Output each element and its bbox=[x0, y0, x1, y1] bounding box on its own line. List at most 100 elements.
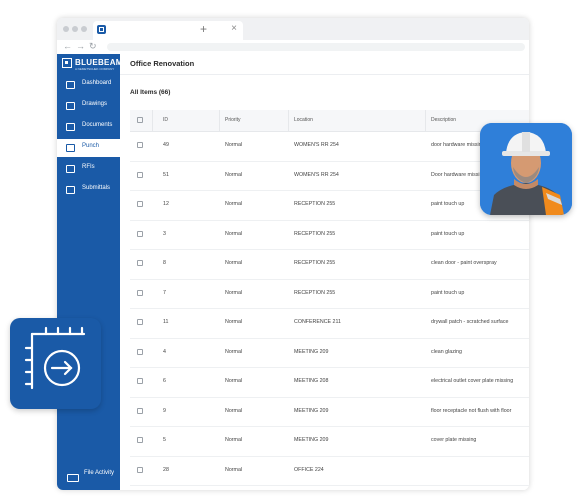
cell-description: electrical outlet cover plate missing bbox=[431, 378, 514, 384]
browser-window: × + ← → ↻ BLUEBEAM A NEMETSCHEK COMPANY … bbox=[57, 18, 529, 490]
cell-description: Door hardware missing bbox=[431, 171, 486, 178]
cell-description: drywall patch - scratched surface bbox=[431, 319, 509, 325]
row-checkbox[interactable] bbox=[137, 230, 143, 237]
cell-location: MEETING 209 bbox=[294, 437, 329, 443]
browser-tab-bar: × + bbox=[57, 18, 529, 40]
tab-close-icon[interactable]: × bbox=[231, 23, 237, 34]
table-row[interactable]: 8 Normal RECEPTION 255 clean door - paint o… bbox=[130, 250, 529, 280]
drawings-icon bbox=[66, 102, 75, 110]
sidebar-item-drawings[interactable]: Drawings bbox=[57, 97, 120, 115]
sidebar-item-documents[interactable]: Documents bbox=[57, 118, 120, 136]
table-row[interactable]: 4 Normal MEETING 209 clean glazing bbox=[130, 339, 529, 368]
sidebar-item-label: Dashboard bbox=[82, 80, 112, 86]
rfis-icon bbox=[66, 165, 75, 173]
row-checkbox[interactable] bbox=[137, 407, 143, 414]
cell-description: door hardware missing bbox=[431, 142, 485, 148]
row-checkbox[interactable] bbox=[137, 319, 143, 325]
select-all-checkbox[interactable] bbox=[137, 117, 143, 123]
table-row[interactable]: 12 Normal RECEPTION 255 paint touch up bbox=[130, 191, 529, 221]
reload-icon[interactable]: ↻ bbox=[89, 41, 97, 52]
cell-location: RECEPTION 255 bbox=[294, 230, 336, 237]
table-row[interactable]: 28 Normal OFFICE 224 bbox=[130, 457, 529, 486]
punch-icon bbox=[66, 144, 75, 152]
table-row[interactable]: 3 Normal RECEPTION 255 paint touch up bbox=[130, 221, 529, 250]
cell-id: 51 bbox=[163, 171, 169, 178]
row-checkbox[interactable] bbox=[137, 171, 143, 178]
address-bar: ← → ↻ bbox=[57, 40, 529, 55]
table-row[interactable]: 5 Normal MEETING 209 cover plate missing bbox=[130, 427, 529, 457]
bluebeam-favicon-icon bbox=[97, 25, 106, 34]
new-tab-icon[interactable]: + bbox=[200, 22, 207, 36]
project-title: Office Renovation bbox=[130, 59, 195, 68]
main-panel: Office Renovation All Items (66) ID Prio… bbox=[120, 54, 529, 490]
row-checkbox[interactable] bbox=[137, 348, 143, 355]
cell-id: 5 bbox=[163, 437, 166, 443]
column-header-priority[interactable]: Priority bbox=[225, 117, 241, 123]
cell-priority: Normal bbox=[225, 319, 243, 325]
sidebar-item-file-activity[interactable]: File Activity bbox=[57, 466, 120, 488]
cell-location: MEETING 209 bbox=[294, 348, 329, 355]
cell-id: 4 bbox=[163, 348, 166, 355]
cell-location: MEETING 208 bbox=[294, 378, 329, 384]
window-maximize-dot[interactable] bbox=[81, 26, 87, 32]
row-checkbox[interactable] bbox=[137, 201, 143, 207]
browser-tab[interactable]: × bbox=[93, 21, 243, 40]
cell-priority: Normal bbox=[225, 466, 243, 473]
file-activity-label: File Activity bbox=[84, 470, 115, 476]
column-divider bbox=[288, 110, 289, 131]
column-header-id[interactable]: ID bbox=[163, 117, 168, 123]
cell-location: WOMEN'S RR 254 bbox=[294, 142, 339, 148]
cell-priority: Normal bbox=[225, 289, 243, 296]
table-row[interactable]: 6 Normal MEETING 208 electrical outlet cove… bbox=[130, 368, 529, 398]
cell-priority: Normal bbox=[225, 230, 243, 237]
column-header-location[interactable]: Location bbox=[294, 117, 313, 123]
row-checkbox[interactable] bbox=[137, 142, 143, 148]
cell-description: clean door - paint overspray bbox=[431, 260, 497, 266]
column-divider bbox=[152, 110, 153, 131]
cell-id: 28 bbox=[163, 466, 169, 473]
cell-priority: Normal bbox=[225, 407, 243, 414]
row-checkbox[interactable] bbox=[137, 466, 143, 473]
bluebeam-logo: BLUEBEAM A NEMETSCHEK COMPANY bbox=[62, 58, 122, 72]
window-minimize-dot[interactable] bbox=[72, 26, 78, 32]
table-row[interactable]: 51 Normal WOMEN'S RR 254 Door hardware miss… bbox=[130, 162, 529, 191]
sidebar-item-label: Documents bbox=[82, 122, 113, 128]
folder-icon bbox=[67, 474, 79, 482]
sidebar: BLUEBEAM A NEMETSCHEK COMPANY Dashboard D… bbox=[57, 54, 122, 490]
table-row[interactable]: 11 Normal CONFERENCE 211 drywall patch - sc… bbox=[130, 309, 529, 339]
window-close-dot[interactable] bbox=[63, 26, 69, 32]
cell-id: 7 bbox=[163, 289, 166, 296]
table-row[interactable]: 9 Normal MEETING 209 floor receptacle not f… bbox=[130, 398, 529, 427]
cell-id: 49 bbox=[163, 142, 169, 148]
row-checkbox[interactable] bbox=[137, 437, 143, 443]
cell-priority: Normal bbox=[225, 142, 243, 148]
column-divider bbox=[219, 110, 220, 131]
cell-priority: Normal bbox=[225, 437, 243, 443]
cell-description: paint touch up bbox=[431, 201, 465, 207]
sidebar-item-dashboard[interactable]: Dashboard bbox=[57, 76, 120, 94]
documents-icon bbox=[66, 123, 75, 131]
table-row[interactable]: 49 Normal WOMEN'S RR 254 door hardware miss… bbox=[130, 132, 529, 162]
url-field[interactable] bbox=[107, 43, 525, 51]
cell-id: 11 bbox=[163, 319, 169, 325]
column-divider bbox=[425, 110, 426, 131]
sidebar-item-punch[interactable]: Punch bbox=[57, 139, 120, 157]
forward-icon[interactable]: → bbox=[76, 41, 85, 51]
sidebar-item-rfis[interactable]: RFIs bbox=[57, 160, 120, 178]
worker-photo-icon bbox=[480, 123, 572, 215]
back-icon[interactable]: ← bbox=[63, 41, 72, 51]
cell-description: cover plate missing bbox=[431, 437, 477, 443]
cell-id: 8 bbox=[163, 260, 166, 266]
cell-priority: Normal bbox=[225, 378, 243, 384]
header-divider bbox=[120, 74, 529, 75]
row-checkbox[interactable] bbox=[137, 260, 143, 266]
table-header: ID Priority Location Description bbox=[130, 110, 529, 132]
bluebeam-logo-icon bbox=[62, 58, 72, 68]
cell-id: 9 bbox=[163, 407, 166, 414]
sidebar-item-submittals[interactable]: Submittals bbox=[57, 181, 120, 199]
cell-id: 3 bbox=[163, 230, 166, 237]
row-checkbox[interactable] bbox=[137, 378, 143, 384]
table-row[interactable]: 7 Normal RECEPTION 255 paint touch up bbox=[130, 280, 529, 309]
column-header-description[interactable]: Description bbox=[431, 117, 456, 123]
row-checkbox[interactable] bbox=[137, 289, 143, 296]
